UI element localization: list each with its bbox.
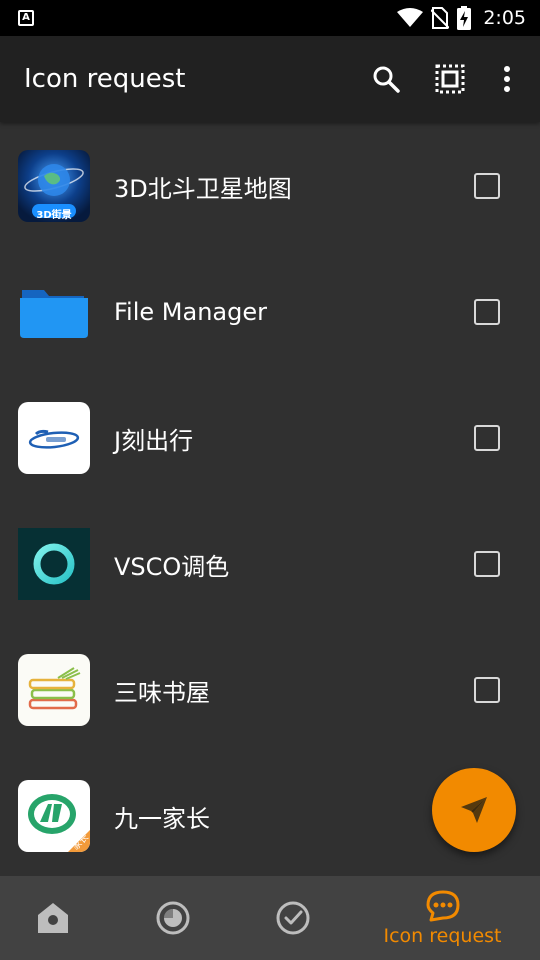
send-request-fab[interactable] bbox=[432, 768, 516, 852]
list-item[interactable]: 三味书屋 bbox=[0, 627, 540, 753]
search-icon bbox=[373, 66, 400, 93]
app-name: 三味书屋 bbox=[114, 678, 210, 707]
app-checkbox[interactable] bbox=[474, 551, 500, 577]
notification-icon: A bbox=[18, 10, 34, 26]
page-title: Icon request bbox=[24, 64, 186, 94]
app-bar: Icon request bbox=[0, 36, 540, 122]
select-all-icon bbox=[435, 64, 465, 94]
home-icon bbox=[37, 903, 68, 933]
list-item[interactable]: J刻出行 bbox=[0, 375, 540, 501]
app-checkbox[interactable] bbox=[474, 677, 500, 703]
app-name: File Manager bbox=[114, 298, 267, 326]
nav-icon-request[interactable]: Icon request bbox=[345, 876, 540, 960]
wifi-icon bbox=[397, 8, 424, 27]
app-name: J刻出行 bbox=[114, 426, 194, 455]
app-list: 3D街景 3D北斗卫星地图 File Manager J刻出行 VSCO调色 三… bbox=[0, 122, 540, 876]
check-circle-icon bbox=[276, 901, 309, 935]
search-button[interactable] bbox=[354, 47, 418, 111]
nav-theme[interactable] bbox=[105, 876, 240, 960]
status-bar: A 2:05 bbox=[0, 0, 540, 36]
battery-charging-icon bbox=[457, 6, 472, 30]
list-item[interactable]: 3D街景 3D北斗卫星地图 bbox=[0, 123, 540, 249]
nav-label: Icon request bbox=[383, 925, 502, 947]
send-icon bbox=[461, 797, 487, 823]
no-sim-icon bbox=[431, 7, 450, 29]
app-icon-jiuyi: 家长 bbox=[18, 780, 90, 852]
more-options-button[interactable] bbox=[482, 47, 532, 111]
clock: 2:05 bbox=[483, 7, 526, 29]
app-icon-jke bbox=[18, 402, 90, 474]
app-name: VSCO调色 bbox=[114, 552, 230, 581]
more-vert-icon bbox=[504, 66, 510, 92]
bottom-navigation: Icon request bbox=[0, 876, 540, 960]
app-icon-3d-beidou: 3D街景 bbox=[18, 150, 90, 222]
theme-icon bbox=[156, 901, 189, 935]
select-all-button[interactable] bbox=[418, 47, 482, 111]
app-icon-sanwei bbox=[18, 654, 90, 726]
nav-applied[interactable] bbox=[240, 876, 345, 960]
list-item[interactable]: File Manager bbox=[0, 249, 540, 375]
app-checkbox[interactable] bbox=[474, 299, 500, 325]
app-icon-badge-text: 3D街景 bbox=[36, 210, 72, 221]
nav-home[interactable] bbox=[0, 876, 105, 960]
app-name: 3D北斗卫星地图 bbox=[114, 174, 292, 203]
app-icon-vsco bbox=[18, 528, 90, 600]
icon-request-icon bbox=[426, 890, 459, 922]
app-checkbox[interactable] bbox=[474, 173, 500, 199]
app-checkbox[interactable] bbox=[474, 425, 500, 451]
list-item[interactable]: VSCO调色 bbox=[0, 501, 540, 627]
app-icon-file-manager bbox=[18, 276, 90, 348]
